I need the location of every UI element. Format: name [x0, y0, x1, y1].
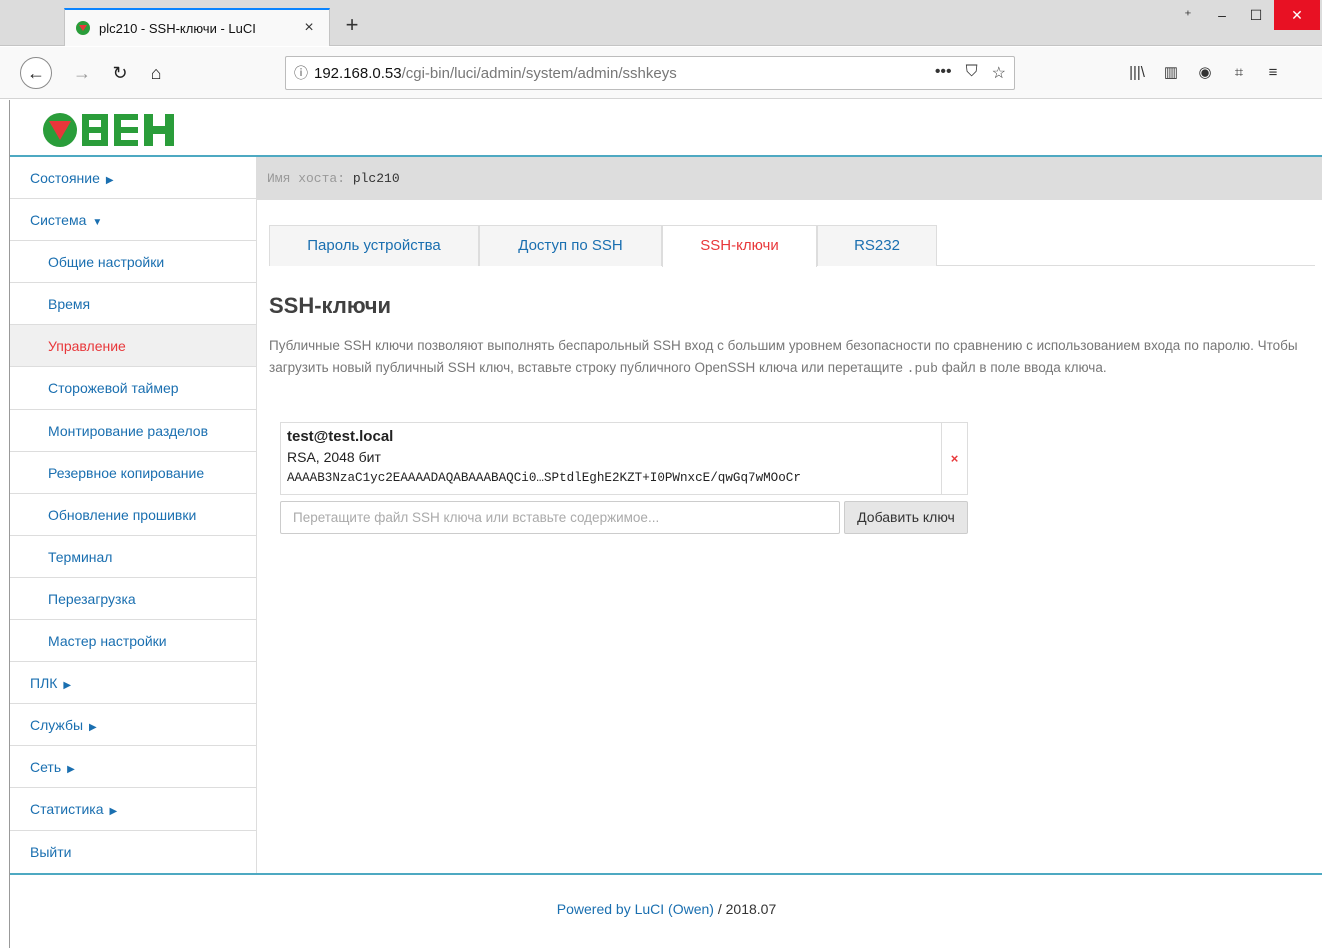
home-icon[interactable]: ⌂: [140, 57, 172, 89]
add-key-button[interactable]: Добавить ключ: [844, 501, 968, 534]
key-comment: test@test.local: [287, 428, 394, 445]
sidebar-item-mount-points[interactable]: Монтирование разделов: [10, 410, 256, 452]
hostname-value: plc210: [352, 171, 400, 186]
reload-icon[interactable]: ↻: [104, 57, 136, 89]
main-content: Имя хоста: plc210 Пароль устройства Дост…: [257, 157, 1322, 873]
maximize-icon[interactable]: ☐: [1240, 0, 1272, 30]
url-host: 192.168.0.53: [314, 64, 402, 82]
sidebar-item-administration[interactable]: Управление: [10, 325, 256, 368]
browser-navbar: ← → ↻ ⌂ ⓘ 192.168.0.53/cgi-bin/luci/admi…: [0, 47, 1322, 99]
sidebar-item-setup-wizard[interactable]: Мастер настройки: [10, 620, 256, 663]
sidebar-item-time[interactable]: Время: [10, 283, 256, 326]
caret-right-icon: ▶: [89, 722, 97, 734]
key-type: RSA, 2048 бит: [287, 449, 381, 465]
tab-close-icon[interactable]: ×: [299, 19, 319, 37]
description-text: Публичные SSH ключи позволяют выполнять …: [269, 338, 1298, 375]
more-icon[interactable]: •••: [935, 63, 952, 83]
account-icon[interactable]: ◉: [1188, 57, 1222, 89]
luci-page: Состояние ▶ Система ▼ Общие настройки Врем…: [9, 100, 1322, 948]
forward-arrow-icon[interactable]: →: [66, 57, 98, 89]
sidebar-item-services[interactable]: Службы ▶: [10, 704, 256, 747]
minimize-icon[interactable]: ‒: [1206, 0, 1238, 30]
library-icon[interactable]: |||\: [1120, 57, 1154, 89]
pub-extension-code: .pub: [906, 360, 938, 376]
info-icon[interactable]: ⓘ: [294, 63, 314, 83]
browser-tab-active[interactable]: plc210 - SSH-ключи - LuCI ×: [64, 8, 330, 46]
ssh-key-input[interactable]: [280, 501, 840, 534]
sidebar-icon[interactable]: ▥: [1154, 57, 1188, 89]
page-header: [10, 100, 1322, 157]
new-tab-button[interactable]: +: [340, 14, 364, 36]
settings-tabs: Пароль устройства Доступ по SSH SSH-ключ…: [269, 225, 1315, 267]
sidebar-item-watchdog[interactable]: Сторожевой таймер: [10, 367, 256, 410]
sidebar-item-label: Статистика: [30, 801, 104, 818]
window-tools-icon[interactable]: ⁺: [1172, 0, 1204, 30]
tab-ssh-keys[interactable]: SSH-ключи: [662, 225, 817, 267]
description-text-end: файл в поле ввода ключа.: [937, 359, 1107, 375]
sidebar-item-label: Система: [30, 212, 87, 229]
sidebar-item-reboot[interactable]: Перезагрузка: [10, 578, 256, 621]
url-text[interactable]: 192.168.0.53/cgi-bin/luci/admin/system/a…: [314, 65, 935, 82]
hamburger-menu-icon[interactable]: ≡: [1256, 57, 1290, 89]
crop-icon[interactable]: ⌗: [1222, 57, 1256, 89]
sidebar-item-terminal[interactable]: Терминал: [10, 536, 256, 578]
sidebar-item-general-settings[interactable]: Общие настройки: [10, 241, 256, 284]
sidebar-item-statistics[interactable]: Статистика ▶: [10, 788, 256, 831]
tab-device-password[interactable]: Пароль устройства: [269, 225, 479, 266]
sidebar-item-system[interactable]: Система ▼: [10, 199, 256, 242]
sidebar-item-plc[interactable]: ПЛК ▶: [10, 662, 256, 705]
back-arrow-icon[interactable]: ←: [20, 57, 52, 89]
remove-key-icon[interactable]: ×: [941, 423, 967, 494]
sidebar-item-logout[interactable]: Выйти: [10, 831, 256, 873]
sidebar-item-label: Состояние: [30, 170, 100, 186]
caret-right-icon: ▶: [67, 764, 75, 776]
caret-down-icon: ▼: [92, 217, 103, 229]
pocket-icon[interactable]: ⛉: [966, 63, 978, 83]
sidebar-item-label: ПЛК: [30, 675, 58, 692]
url-path: /cgi-bin/luci/admin/system/admin/sshkeys: [401, 64, 677, 82]
oven-favicon-icon: [76, 21, 90, 35]
section-description: Публичные SSH ключи позволяют выполнять …: [269, 335, 1319, 379]
browser-window: plc210 - SSH-ключи - LuCI × + ⁺ ‒ ☐ ✕ ← …: [0, 0, 1322, 948]
caret-right-icon: ▶: [63, 680, 72, 692]
oven-logo[interactable]: [42, 112, 202, 148]
sidebar-item-label: Сеть: [30, 759, 62, 776]
hostname-bar: Имя хоста: plc210: [257, 157, 1322, 200]
ssh-key-entry: test@test.local RSA, 2048 бит AAAAB3NzaC…: [280, 422, 968, 495]
caret-right-icon: ▶: [109, 806, 118, 818]
sidebar-item-network[interactable]: Сеть ▶: [10, 746, 256, 789]
browser-tab-title: plc210 - SSH-ключи - LuCI: [99, 20, 256, 36]
footer-version: / 2018.07: [713, 901, 777, 917]
luci-link[interactable]: Powered by LuCI (Owen): [557, 901, 714, 917]
sidebar-nav: Состояние ▶ Система ▼ Общие настройки Врем…: [10, 157, 257, 873]
sidebar-item-backup[interactable]: Резервное копирование: [10, 452, 256, 494]
browser-tabbar: plc210 - SSH-ключи - LuCI × + ⁺ ‒ ☐ ✕: [0, 0, 1322, 46]
key-data: AAAAB3NzaC1yc2EAAAADAQABAAABAQCi0…SPtdlE…: [287, 471, 801, 485]
star-icon[interactable]: ☆: [992, 63, 1006, 83]
tab-rs232[interactable]: RS232: [817, 225, 937, 266]
close-window-icon[interactable]: ✕: [1274, 0, 1320, 30]
tab-ssh-access[interactable]: Доступ по SSH: [479, 225, 662, 266]
hostname-label: Имя хоста:: [267, 171, 346, 186]
sidebar-item-status[interactable]: Состояние ▶: [10, 157, 256, 200]
sidebar-item-firmware-update[interactable]: Обновление прошивки: [10, 494, 256, 536]
add-key-row: Добавить ключ: [280, 501, 968, 534]
page-footer: Powered by LuCI (Owen) / 2018.07: [10, 873, 1322, 948]
url-bar[interactable]: ⓘ 192.168.0.53/cgi-bin/luci/admin/system…: [285, 56, 1015, 90]
caret-right-icon: ▶: [105, 175, 114, 186]
sidebar-item-label: Службы: [30, 717, 84, 734]
section-title: SSH-ключи: [269, 293, 392, 318]
